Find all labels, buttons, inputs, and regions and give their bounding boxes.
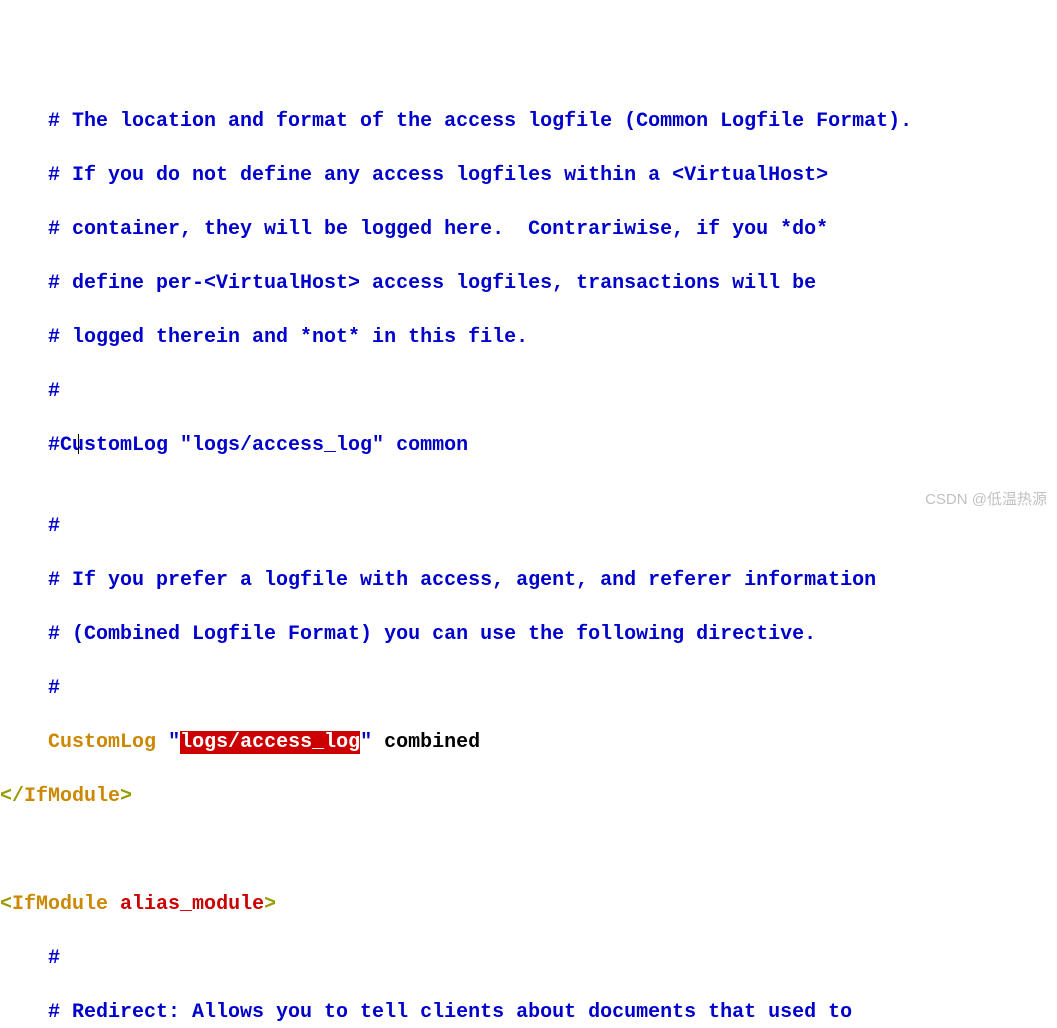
quote-open: ": [168, 731, 180, 754]
directive-value: combined: [372, 731, 480, 754]
comment-line: #CustomLog "logs/access_log" common: [0, 432, 1057, 459]
ifmodule-close-tag[interactable]: </IfModule>: [0, 783, 1057, 810]
tag-name: IfModule: [24, 785, 120, 808]
module-attribute: alias_module: [120, 893, 264, 916]
comment-line: # Redirect: Allows you to tell clients a…: [0, 999, 1057, 1026]
indent: [0, 731, 48, 754]
comment-line: # If you do not define any access logfil…: [0, 162, 1057, 189]
comment-line: #: [0, 513, 1057, 540]
comment-line: #: [0, 675, 1057, 702]
angle-bracket-open: <: [0, 893, 12, 916]
ifmodule-open-tag[interactable]: <IfModule alias_module>: [0, 891, 1057, 918]
directive-keyword: CustomLog: [48, 731, 156, 754]
comment-line: # The location and format of the access …: [0, 108, 1057, 135]
comment-line: #: [0, 378, 1057, 405]
text-cursor: [78, 434, 79, 454]
comment-line: # logged therein and *not* in this file.: [0, 324, 1057, 351]
space: [108, 893, 120, 916]
tag-name: IfModule: [12, 893, 108, 916]
comment-line: # (Combined Logfile Format) you can use …: [0, 621, 1057, 648]
watermark: CSDN @低温热源: [925, 490, 1047, 510]
angle-bracket-open: <: [0, 785, 12, 808]
angle-bracket-close: >: [120, 785, 132, 808]
quote-close: ": [360, 731, 372, 754]
angle-bracket-close: >: [264, 893, 276, 916]
search-highlight: logs/access_log: [180, 731, 360, 754]
slash: /: [12, 785, 24, 808]
blank-line: [0, 837, 1057, 864]
comment-line: # container, they will be logged here. C…: [0, 216, 1057, 243]
comment-line: # If you prefer a logfile with access, a…: [0, 567, 1057, 594]
customlog-directive-line[interactable]: CustomLog "logs/access_log" combined: [0, 729, 1057, 756]
comment-line: #: [0, 945, 1057, 972]
comment-line: # define per-<VirtualHost> access logfil…: [0, 270, 1057, 297]
